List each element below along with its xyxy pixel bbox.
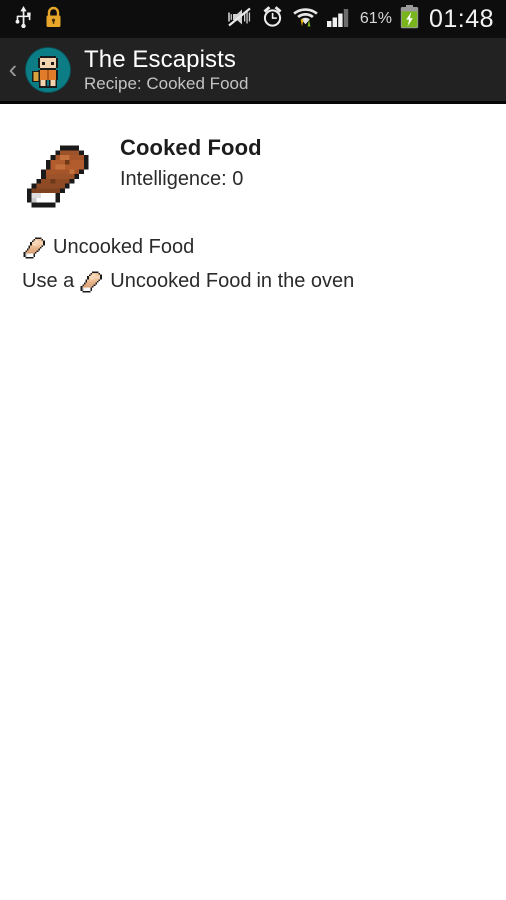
uncooked-food-icon xyxy=(23,237,45,259)
item-image-wrap xyxy=(0,126,120,212)
alarm-icon xyxy=(261,5,284,33)
cellular-signal-icon xyxy=(326,6,352,33)
app-window: 61% 01:48 ‹ The Escapists Recipe: Cooked… xyxy=(0,0,506,900)
instruction-suffix: in the oven xyxy=(256,270,355,292)
instruction-item: Uncooked Food xyxy=(110,270,252,292)
app-icon[interactable] xyxy=(26,47,70,92)
lock-icon xyxy=(45,6,62,33)
battery-percent-label: 61% xyxy=(359,10,392,27)
mute-vibrate-icon xyxy=(227,6,253,33)
ingredient-label: Uncooked Food xyxy=(53,236,195,258)
page-subtitle: Recipe: Cooked Food xyxy=(84,73,249,93)
recipe-section: Uncooked Food Use a Uncooked Food in the… xyxy=(0,212,506,298)
item-name: Cooked Food xyxy=(120,135,262,160)
status-bar-left-icons xyxy=(6,5,62,33)
status-bar-right-icons: 61% 01:48 xyxy=(227,4,500,34)
status-bar-clock: 01:48 xyxy=(428,4,494,33)
battery-charging-icon xyxy=(400,4,419,34)
item-stat: Intelligence: 0 xyxy=(120,168,244,190)
cooked-food-icon xyxy=(26,145,89,208)
ingredient-row: Uncooked Food xyxy=(22,230,506,264)
back-button[interactable]: ‹ xyxy=(0,56,26,84)
uncooked-food-icon xyxy=(80,271,102,293)
action-bar-titles: The Escapists Recipe: Cooked Food xyxy=(84,46,248,94)
item-details: Cooked Food Intelligence: 0 xyxy=(120,126,262,194)
usb-icon xyxy=(14,5,33,33)
page-title: The Escapists xyxy=(84,45,237,73)
wifi-transfer-icon xyxy=(292,5,319,33)
action-bar: ‹ The Escapists Recipe: Cooked Food xyxy=(0,38,506,104)
item-summary: Cooked Food Intelligence: 0 xyxy=(0,104,506,212)
content-area: Cooked Food Intelligence: 0 Uncooked Foo… xyxy=(0,104,506,900)
status-bar: 61% 01:48 xyxy=(0,0,506,38)
instruction-row: Use a Uncooked Food in the oven xyxy=(22,264,506,298)
instruction-prefix: Use a xyxy=(22,270,75,292)
